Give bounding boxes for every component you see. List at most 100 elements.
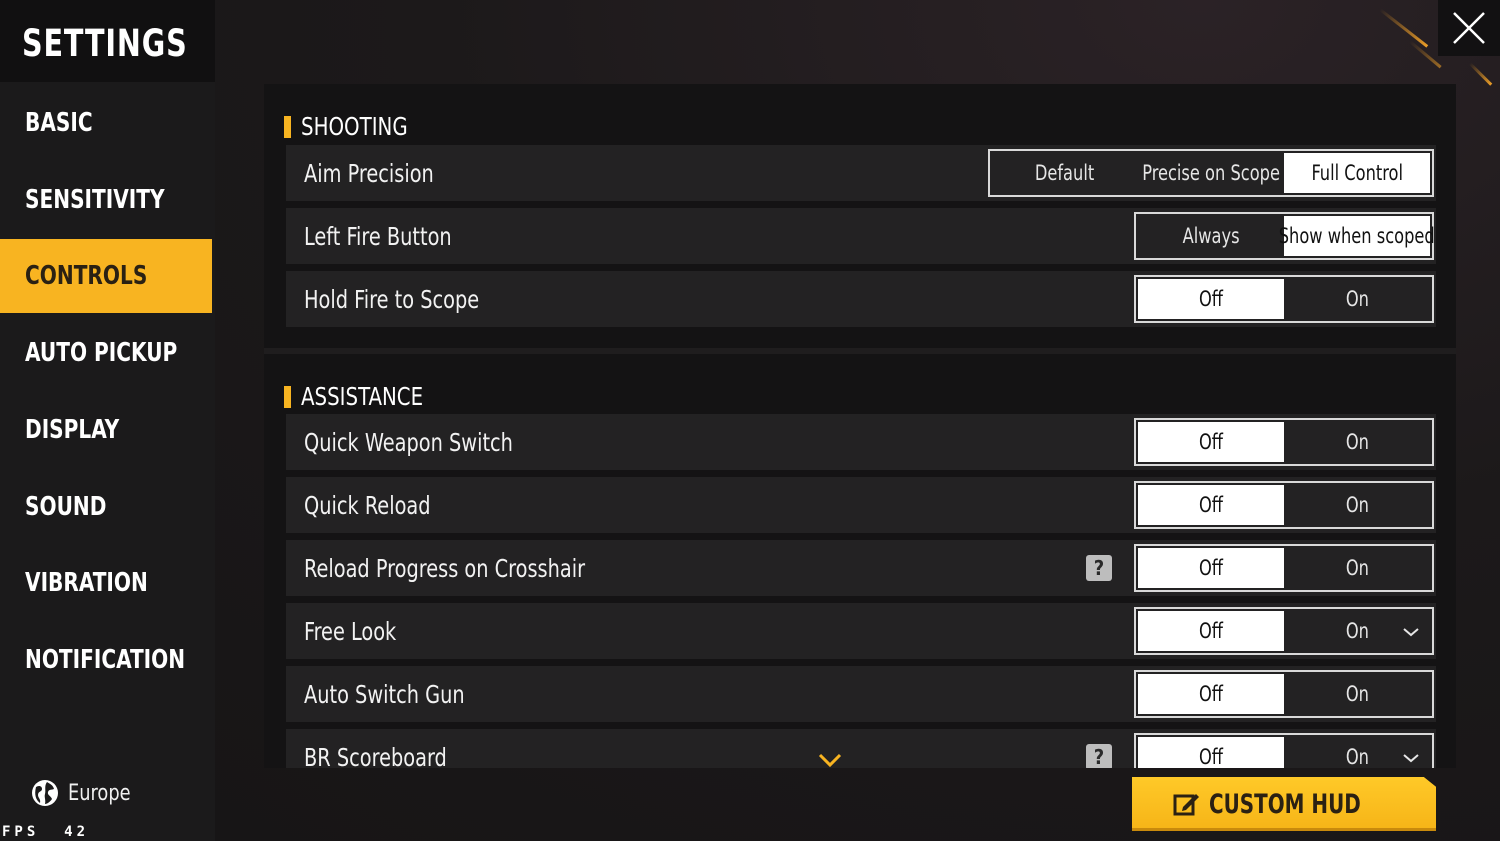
- option-precise-on-scope[interactable]: Precise on Scope: [1138, 153, 1284, 193]
- auto-switch-gun-selector[interactable]: Off On: [1134, 670, 1434, 718]
- page-title: SETTINGS: [22, 22, 188, 65]
- chevron-down-icon[interactable]: [1402, 749, 1420, 768]
- setting-row-br-scoreboard: BR Scoreboard Off On?: [286, 729, 1436, 768]
- option-off[interactable]: Off: [1138, 548, 1284, 588]
- option-off[interactable]: Off: [1138, 674, 1284, 714]
- scroll-down-chevron-icon[interactable]: [818, 752, 842, 772]
- option-off[interactable]: Off: [1138, 422, 1284, 462]
- option-label: Always: [1182, 224, 1240, 248]
- custom-hud-button[interactable]: CUSTOM HUD: [1132, 777, 1436, 831]
- option-label: On: [1345, 430, 1369, 454]
- option-on[interactable]: On: [1284, 279, 1430, 319]
- section-accent-bar: [284, 385, 291, 408]
- setting-row-reload-progress-on-crosshair: Reload Progress on Crosshair Off On?: [286, 540, 1436, 596]
- option-label: Off: [1198, 430, 1223, 454]
- option-default[interactable]: Default: [992, 153, 1138, 193]
- section-header-assistance: ASSISTANCE: [284, 382, 440, 411]
- option-off[interactable]: Off: [1138, 737, 1284, 768]
- setting-label: BR Scoreboard: [304, 742, 447, 769]
- br-scoreboard-selector[interactable]: Off On: [1134, 733, 1434, 768]
- quick-weapon-switch-selector[interactable]: Off On: [1134, 418, 1434, 466]
- globe-icon: [32, 780, 58, 806]
- option-label: On: [1345, 493, 1369, 517]
- option-off[interactable]: Off: [1138, 485, 1284, 525]
- custom-hud-label: CUSTOM HUD: [1209, 788, 1362, 820]
- option-label: Default: [1035, 161, 1095, 185]
- chevron-down-icon[interactable]: [1402, 623, 1420, 642]
- setting-label: Quick Weapon Switch: [304, 427, 513, 457]
- fps-counter: FPS 42: [2, 824, 90, 840]
- option-full-control[interactable]: Full Control: [1284, 153, 1430, 193]
- sidebar-item-auto-pickup[interactable]: AUTO PICKUP: [0, 316, 212, 390]
- sidebar-item-label: SENSITIVITY: [25, 184, 165, 215]
- sidebar-item-label: BASIC: [25, 108, 93, 138]
- option-label: On: [1345, 619, 1369, 643]
- option-off[interactable]: Off: [1138, 279, 1284, 319]
- option-label: On: [1345, 682, 1369, 706]
- sidebar-item-notification[interactable]: NOTIFICATION: [0, 623, 212, 697]
- sidebar-item-basic[interactable]: BASIC: [0, 86, 212, 160]
- option-on[interactable]: On: [1284, 485, 1430, 525]
- setting-row-left-fire-button: Left Fire Button Always Show when scoped: [286, 208, 1436, 264]
- option-label: Precise on Scope: [1142, 161, 1280, 185]
- option-label: Off: [1198, 619, 1223, 643]
- option-label: Off: [1198, 556, 1223, 580]
- setting-row-free-look: Free Look Off On: [286, 603, 1436, 659]
- option-show-when-scoped[interactable]: Show when scoped: [1279, 216, 1435, 256]
- setting-row-hold-fire-to-scope: Hold Fire to Scope Off On: [286, 271, 1436, 327]
- option-label: Full Control: [1311, 161, 1403, 185]
- option-label: Off: [1198, 682, 1223, 706]
- option-off[interactable]: Off: [1138, 611, 1284, 651]
- setting-label: Quick Reload: [304, 490, 431, 520]
- option-label: On: [1345, 556, 1369, 580]
- sidebar-item-sensitivity[interactable]: SENSITIVITY: [0, 163, 212, 237]
- section-header-shooting: SHOOTING: [284, 112, 422, 141]
- sidebar-item-controls[interactable]: CONTROLS: [0, 239, 212, 314]
- section-title: SHOOTING: [301, 112, 408, 141]
- close-icon: [1453, 12, 1485, 44]
- option-on[interactable]: On: [1284, 422, 1430, 462]
- decor-streak: [1468, 62, 1493, 86]
- option-label: Off: [1198, 745, 1223, 768]
- title-box: SETTINGS: [0, 0, 215, 82]
- sidebar-item-display[interactable]: DISPLAY: [0, 393, 212, 467]
- sidebar-item-sound[interactable]: SOUND: [0, 470, 212, 544]
- reload-progress-on-crosshair-selector[interactable]: Off On: [1134, 544, 1434, 592]
- sidebar-item-label: DISPLAY: [25, 414, 120, 445]
- sidebar-item-vibration[interactable]: VIBRATION: [0, 546, 212, 620]
- hold-fire-to-scope-selector[interactable]: Off On: [1134, 275, 1434, 323]
- option-always[interactable]: Always: [1138, 216, 1284, 256]
- sidebar-item-label: NOTIFICATION: [25, 644, 186, 675]
- help-icon[interactable]: ?: [1086, 744, 1112, 768]
- settings-screen: SETTINGS BASIC SENSITIVITY CONTROLS AUTO PI…: [0, 0, 1500, 841]
- section-divider: [264, 348, 1456, 354]
- help-icon[interactable]: ?: [1086, 555, 1112, 581]
- edit-icon: [1173, 794, 1200, 816]
- left-fire-button-selector[interactable]: Always Show when scoped: [1134, 212, 1435, 260]
- sidebar-item-label: VIBRATION: [25, 568, 148, 599]
- sidebar-item-label: SOUND: [25, 491, 107, 522]
- aim-precision-selector[interactable]: Default Precise on Scope Full Control: [988, 149, 1434, 197]
- setting-row-quick-weapon-switch: Quick Weapon Switch Off On: [286, 414, 1436, 470]
- settings-panel[interactable]: SHOOTING Aim Precision Default Precise on S…: [264, 84, 1456, 768]
- section-title: ASSISTANCE: [301, 382, 424, 411]
- free-look-selector[interactable]: Off On: [1134, 607, 1434, 655]
- setting-label: Left Fire Button: [304, 221, 452, 251]
- option-label: Off: [1198, 287, 1223, 311]
- sidebar: SETTINGS BASIC SENSITIVITY CONTROLS AUTO PI…: [0, 0, 215, 841]
- option-label: On: [1345, 745, 1369, 768]
- option-label: Show when scoped: [1278, 224, 1436, 248]
- setting-row-auto-switch-gun: Auto Switch Gun Off On: [286, 666, 1436, 722]
- close-button[interactable]: [1438, 0, 1500, 56]
- quick-reload-selector[interactable]: Off On: [1134, 481, 1434, 529]
- region-label: Europe: [68, 780, 131, 806]
- option-on[interactable]: On: [1284, 674, 1430, 714]
- section-accent-bar: [284, 115, 291, 138]
- option-label: On: [1345, 287, 1369, 311]
- setting-label: Auto Switch Gun: [304, 679, 465, 709]
- setting-row-aim-precision: Aim Precision Default Precise on Scope Full…: [286, 145, 1436, 201]
- region-selector[interactable]: Europe: [30, 778, 138, 808]
- setting-label: Aim Precision: [304, 158, 434, 188]
- sidebar-item-label: CONTROLS: [25, 261, 148, 292]
- option-on[interactable]: On: [1284, 548, 1430, 588]
